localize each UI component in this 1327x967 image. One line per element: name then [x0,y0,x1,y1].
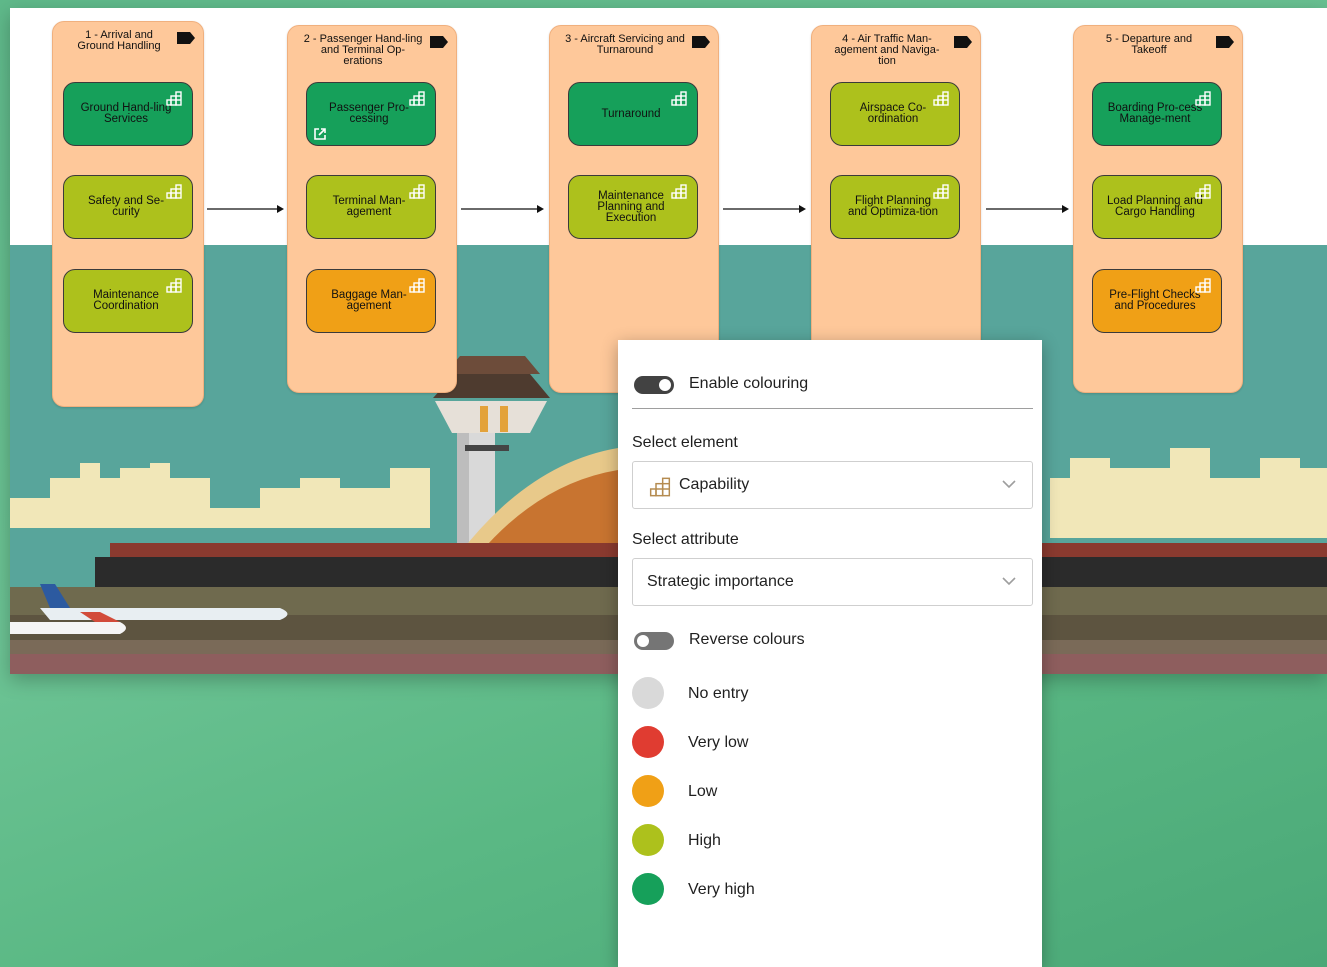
capability-maintenance-planning-and-execution[interactable]: Maintenance Planning and Execution [568,175,698,239]
reverse-colours-label: Reverse colours [689,631,805,648]
capability-boarding-process-management[interactable]: Boarding Pro-cess Manage-ment [1092,82,1222,146]
legend-swatch-high [632,824,664,856]
capability-turnaround[interactable]: Turnaround [568,82,698,146]
value-stream-flag-icon [954,36,972,48]
legend-swatch-very-high [632,873,664,905]
chevron-down-icon [1002,480,1016,489]
capability-label: Safety and Se-curity [87,195,165,218]
select-attribute-dropdown[interactable]: Strategic importance [632,558,1033,606]
capability-icon [409,278,425,293]
capability-flight-planning-and-optimization[interactable]: Flight Planning and Optimiza-tion [830,175,960,239]
capability-safety-and-security[interactable]: Safety and Se-curity [63,175,193,239]
value-stream-flag-icon [692,36,710,48]
panel-divider [632,408,1033,409]
capability-label: Turnaround [601,107,661,120]
capability-icon [671,184,687,199]
value-stream-flag-icon [430,36,448,48]
enable-colouring-toggle[interactable] [634,376,674,394]
select-attribute-label: Select attribute [632,531,739,548]
legend-label: Low [688,783,718,800]
external-link-icon[interactable] [313,127,327,141]
capability-label: Ground Hand-ling Services [80,102,172,125]
flow-arrow [986,205,1069,213]
toggle-knob [659,379,671,391]
capability-icon [933,184,949,199]
value-stream-stage-5[interactable]: 5 - Departure and Takeoff Boarding Pro-c… [1073,25,1243,393]
legend-swatch-no-entry [632,677,664,709]
flow-arrow [723,205,806,213]
capability-maintenance-coordination[interactable]: Maintenance Coordination [63,269,193,333]
capability-label: Boarding Pro-cess Manage-ment [1107,102,1203,125]
colouring-panel: Enable colouring Select element Capabili… [618,340,1042,967]
capability-label: Baggage Man-agement [331,289,407,312]
capability-icon [409,91,425,106]
toggle-knob [637,635,649,647]
capability-label: Airspace Co-ordination [859,102,927,125]
stage-title: 3 - Aircraft Servicing and Turnaround [565,33,685,56]
legend-swatch-very-low [632,726,664,758]
capability-icon [1195,184,1211,199]
value-stream-stage-1[interactable]: 1 - Arrival and Ground Handling Ground H… [52,21,204,407]
capability-icon [1195,278,1211,293]
capability-label: Flight Planning and Optimiza-tion [847,195,939,218]
capability-icon [1195,91,1211,106]
capability-ground-handling-services[interactable]: Ground Hand-ling Services [63,82,193,146]
capability-passenger-processing[interactable]: Passenger Pro-cessing [306,82,436,146]
value-stream-flag-icon [1216,36,1234,48]
stage-title: 2 - Passenger Hand-ling and Terminal Op-… [303,33,423,67]
capability-label: Pre-Flight Checks and Procedures [1109,289,1201,312]
capability-label: Terminal Man-agement [332,195,406,218]
capability-icon [409,184,425,199]
capability-label: Maintenance Planning and Execution [597,189,665,224]
stage-title: 5 - Departure and Takeoff [1105,33,1193,56]
legend-swatch-low [632,775,664,807]
stage-title: 4 - Air Traffic Man-agement and Naviga-t… [834,33,940,67]
capability-icon [649,477,671,497]
flow-arrow [461,205,544,213]
capability-label: Load Planning and Cargo Handling [1107,195,1203,218]
flow-arrow [207,205,284,213]
legend-label: Very high [688,881,755,898]
legend-label: No entry [688,685,749,702]
value-stream-stage-2[interactable]: 2 - Passenger Hand-ling and Terminal Op-… [287,25,457,393]
capability-label: Passenger Pro-cessing [329,102,409,125]
capability-airspace-coordination[interactable]: Airspace Co-ordination [830,82,960,146]
select-element-dropdown[interactable]: Capability [632,461,1033,509]
reverse-colours-toggle[interactable] [634,632,674,650]
capability-load-planning-and-cargo-handling[interactable]: Load Planning and Cargo Handling [1092,175,1222,239]
capability-terminal-management[interactable]: Terminal Man-agement [306,175,436,239]
capability-icon [166,184,182,199]
stage-title: 1 - Arrival and Ground Handling [77,29,161,52]
capability-label: Maintenance Coordination [93,289,159,312]
value-stream-stage-3[interactable]: 3 - Aircraft Servicing and Turnaround Tu… [549,25,719,393]
capability-baggage-management[interactable]: Baggage Man-agement [306,269,436,333]
capability-icon [166,91,182,106]
select-element-value: Capability [679,476,750,493]
capability-icon [166,278,182,293]
legend-label: High [688,832,721,849]
select-attribute-value: Strategic importance [647,573,794,590]
value-stream-flag-icon [177,32,195,44]
capability-icon [671,91,687,106]
chevron-down-icon [1002,577,1016,586]
enable-colouring-label: Enable colouring [689,375,809,392]
capability-pre-flight-checks-and-procedures[interactable]: Pre-Flight Checks and Procedures [1092,269,1222,333]
capability-icon [933,91,949,106]
value-stream-stage-4[interactable]: 4 - Air Traffic Man-agement and Naviga-t… [811,25,981,393]
legend-label: Very low [688,734,749,751]
select-element-label: Select element [632,434,738,451]
